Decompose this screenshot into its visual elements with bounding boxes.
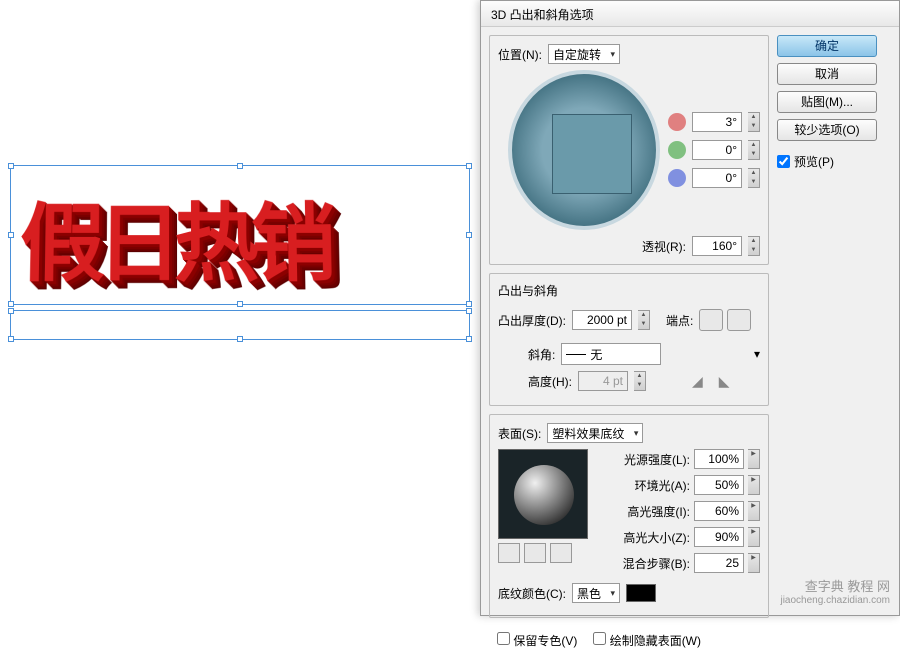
cube-preview <box>552 114 632 194</box>
surface-select[interactable]: 塑料效果底纹 <box>547 423 643 443</box>
preview-input[interactable] <box>777 155 790 168</box>
resize-handle[interactable] <box>237 301 243 307</box>
spinner[interactable]: ▶ <box>748 475 760 495</box>
shading-color-select[interactable]: 黑色 <box>572 583 620 603</box>
position-group: 位置(N): 自定旋转 ▲▼ <box>489 35 769 265</box>
resize-handle[interactable] <box>237 163 243 169</box>
ambient-input[interactable] <box>694 475 744 495</box>
selection-bounds-2 <box>10 310 470 340</box>
light-preview[interactable] <box>498 449 588 539</box>
draw-hidden-input[interactable] <box>593 632 606 645</box>
position-label: 位置(N): <box>498 46 542 63</box>
move-light-back-icon[interactable] <box>524 543 546 563</box>
rotation-trackball[interactable] <box>508 70 660 230</box>
light-intensity-label: 光源强度(L): <box>624 451 690 468</box>
cancel-button[interactable]: 取消 <box>777 63 877 85</box>
y-rotation-input[interactable] <box>692 140 742 160</box>
color-swatch[interactable] <box>626 584 656 602</box>
extrude-group-label: 凸出与斜角 <box>498 282 558 299</box>
preserve-spot-input[interactable] <box>497 632 510 645</box>
spinner[interactable]: ▲▼ <box>748 112 760 132</box>
bevel-out-icon[interactable]: ◣ <box>719 373 730 390</box>
spinner[interactable]: ▶ <box>748 501 760 521</box>
depth-input[interactable] <box>572 310 632 330</box>
resize-handle[interactable] <box>466 336 472 342</box>
draw-hidden-checkbox[interactable]: 绘制隐藏表面(W) <box>593 632 701 649</box>
x-axis-icon <box>668 113 686 131</box>
z-rotation-input[interactable] <box>692 168 742 188</box>
preview-checkbox[interactable]: 预览(P) <box>777 153 877 170</box>
canvas-area: 假日热销 <box>0 0 480 616</box>
highlight-intensity-input[interactable] <box>694 501 744 521</box>
spinner[interactable]: ▲▼ <box>748 140 760 160</box>
ok-button[interactable]: 确定 <box>777 35 877 57</box>
spinner[interactable]: ▲▼ <box>638 310 650 330</box>
highlight-size-input[interactable] <box>694 527 744 547</box>
resize-handle[interactable] <box>466 308 472 314</box>
shading-color-label: 底纹颜色(C): <box>498 585 566 602</box>
preserve-spot-checkbox[interactable]: 保留专色(V) <box>497 632 577 649</box>
perspective-input[interactable] <box>692 236 742 256</box>
new-light-icon[interactable] <box>498 543 520 563</box>
spinner[interactable]: ▶ <box>748 527 760 547</box>
blend-steps-label: 混合步骤(B): <box>623 555 690 572</box>
height-label: 高度(H): <box>528 373 572 390</box>
spinner[interactable]: ▲▼ <box>634 371 646 391</box>
surface-group: 表面(S): 塑料效果底纹 <box>489 414 769 618</box>
3d-options-dialog: 3D 凸出和斜角选项 位置(N): 自定旋转 ▲▼ <box>480 0 900 616</box>
light-intensity-input[interactable] <box>694 449 744 469</box>
resize-handle[interactable] <box>466 232 472 238</box>
highlight-intensity-label: 高光强度(I): <box>627 503 690 520</box>
depth-label: 凸出厚度(D): <box>498 312 566 329</box>
bevel-preview-icon <box>566 354 586 355</box>
resize-handle[interactable] <box>466 301 472 307</box>
resize-handle[interactable] <box>8 232 14 238</box>
resize-handle[interactable] <box>8 163 14 169</box>
dialog-titlebar[interactable]: 3D 凸出和斜角选项 <box>481 1 899 27</box>
extrude-group: 凸出与斜角 凸出厚度(D): ▲▼ 端点: 斜角: 无 <box>489 273 769 406</box>
watermark: 查字典 教程 网 jiaocheng.chazidian.com <box>780 576 890 606</box>
spinner[interactable]: ▲▼ <box>748 236 760 256</box>
spinner[interactable]: ▶ <box>748 449 760 469</box>
blend-steps-input[interactable] <box>694 553 744 573</box>
height-input[interactable] <box>578 371 628 391</box>
fewer-options-button[interactable]: 较少选项(O) <box>777 119 877 141</box>
resize-handle[interactable] <box>8 308 14 314</box>
bevel-label: 斜角: <box>528 346 555 363</box>
position-select[interactable]: 自定旋转 <box>548 44 620 64</box>
cap-off-icon[interactable] <box>727 309 751 331</box>
selection-bounds <box>10 165 470 305</box>
resize-handle[interactable] <box>8 301 14 307</box>
resize-handle[interactable] <box>466 163 472 169</box>
highlight-size-label: 高光大小(Z): <box>623 529 690 546</box>
spinner[interactable]: ▶ <box>748 553 760 573</box>
delete-light-icon[interactable] <box>550 543 572 563</box>
map-button[interactable]: 贴图(M)... <box>777 91 877 113</box>
y-axis-icon <box>668 141 686 159</box>
bevel-in-icon[interactable]: ◢ <box>692 373 703 390</box>
cap-label: 端点: <box>666 312 693 329</box>
resize-handle[interactable] <box>8 336 14 342</box>
resize-handle[interactable] <box>237 336 243 342</box>
shaded-sphere-icon <box>514 465 574 525</box>
bevel-select[interactable]: 无 <box>561 343 661 365</box>
cap-on-icon[interactable] <box>699 309 723 331</box>
surface-label: 表面(S): <box>498 425 541 442</box>
ambient-label: 环境光(A): <box>635 477 690 494</box>
perspective-label: 透视(R): <box>642 238 686 255</box>
spinner[interactable]: ▲▼ <box>748 168 760 188</box>
x-rotation-input[interactable] <box>692 112 742 132</box>
z-axis-icon <box>668 169 686 187</box>
